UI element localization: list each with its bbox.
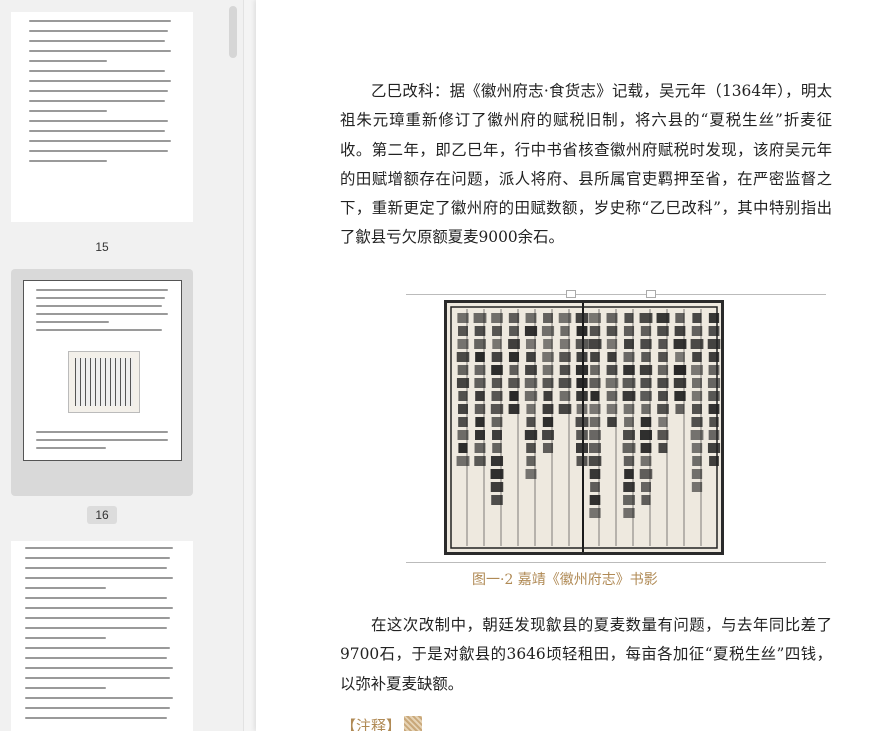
thumbnail-text-line: [29, 150, 168, 152]
book-scan-image: [444, 300, 724, 555]
thumbnail-text-line: [25, 567, 167, 569]
thumbnail-figure: [68, 351, 140, 413]
thumbnail-text-line: [25, 667, 173, 669]
thumbnail-text-line: [25, 637, 107, 639]
thumbnail-text-line: [25, 597, 167, 599]
thumbnail-text-line: [29, 110, 108, 112]
page-number-15: 15: [95, 240, 109, 254]
thumbnail-text-line: [25, 627, 167, 629]
thumbnail-text-line: [25, 677, 170, 679]
thumbnail-text-line: [29, 40, 165, 42]
paragraph-yisi-reform: 乙巳改科：据《徽州府志·食货志》记载，吴元年（1364年），明太祖朱元璋重新修订…: [340, 82, 832, 247]
thumbnail-text-line: [25, 687, 107, 689]
thumbnail-text-line: [36, 297, 165, 299]
thumbnail-text-line: [25, 557, 170, 559]
thumbnail-text-line: [29, 100, 165, 102]
thumbnail-text-line: [29, 120, 168, 122]
thumbnail-text-line: [36, 329, 162, 331]
thumbnail-text-line: [29, 50, 171, 52]
page-number-16: 16: [87, 506, 117, 524]
note-ornament-icon: [404, 716, 422, 731]
sidebar-scrollbar[interactable]: [229, 6, 237, 58]
thumbnail-text-line: [25, 617, 170, 619]
thumbnail-page-17[interactable]: [11, 541, 193, 731]
thumbnail-page-16[interactable]: [11, 269, 193, 496]
thumbnail-text-line: [25, 717, 167, 719]
paragraph-reform-result: 在这次改制中，朝廷发现歙县的夏麦数量有问题，与去年同比差了9700石，于是对歙县…: [340, 616, 832, 693]
thumbnail-text-line: [25, 577, 173, 579]
thumbnail-text-line: [29, 20, 171, 22]
thumbnail-text-line: [25, 647, 170, 649]
thumbnail-page-15[interactable]: [11, 12, 193, 222]
thumbnail-text-line: [25, 697, 173, 699]
thumbnail-text-line: [36, 431, 168, 433]
thumbnail-text-line: [29, 60, 108, 62]
thumbnail-sidebar[interactable]: 15 16: [0, 0, 244, 731]
thumbnail-text-line: [29, 130, 165, 132]
note-heading: 【注释】: [341, 717, 402, 731]
thumbnail-text-line: [29, 140, 171, 142]
thumbnail-text-line: [36, 313, 168, 315]
thumbnail-text-line: [29, 160, 108, 162]
thumbnail-text-line: [29, 30, 168, 32]
thumbnail-text-line: [25, 657, 167, 659]
thumbnail-text-line: [29, 70, 165, 72]
thumbnail-text-line: [36, 439, 168, 441]
thumbnail-text-line: [29, 90, 168, 92]
thumbnail-text-line: [25, 607, 173, 609]
thumbnail-text-line: [36, 289, 168, 291]
figure-caption: 图一·2 嘉靖《徽州府志》书影: [472, 572, 658, 588]
thumbnail-text-line: [25, 587, 107, 589]
figure-book-image: [406, 289, 826, 571]
thumbnail-page-16-image: [23, 280, 182, 461]
thumbnail-text-line: [36, 447, 106, 449]
thumbnail-text-line: [25, 707, 170, 709]
thumbnail-text-line: [25, 547, 173, 549]
thumbnail-text-line: [36, 305, 162, 307]
thumbnail-text-line: [36, 321, 109, 323]
document-page: 乙巳改科：据《徽州府志·食货志》记载，吴元年（1364年），明太祖朱元璋重新修订…: [256, 0, 872, 731]
thumbnail-text-line: [29, 80, 171, 82]
